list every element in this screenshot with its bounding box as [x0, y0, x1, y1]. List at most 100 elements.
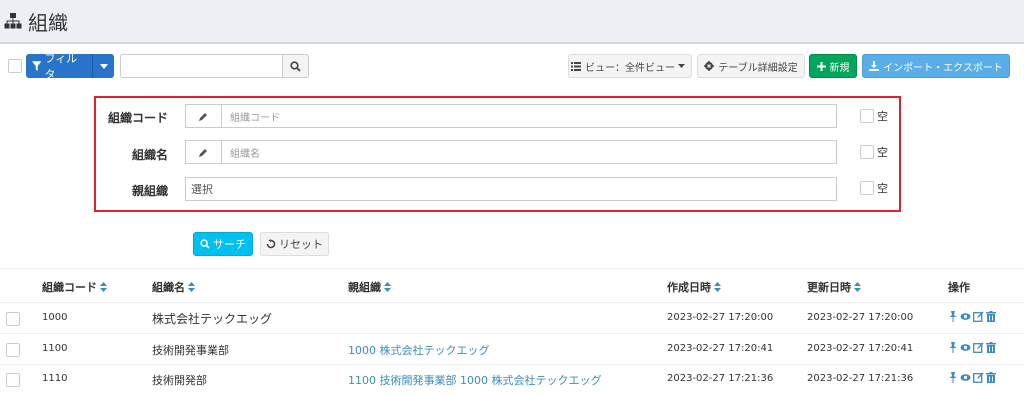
search-submit-label: サーチ	[213, 238, 246, 251]
edit-icon[interactable]	[973, 342, 984, 353]
org-code-placeholder: 組織コード	[230, 112, 280, 124]
parent-org-empty-checkbox[interactable]	[860, 181, 874, 195]
org-name-placeholder: 組織名	[230, 148, 260, 160]
table-settings-button[interactable]: テーブル詳細設定	[697, 54, 805, 78]
cell-org-code: 1110	[42, 373, 68, 384]
toolbar: フィルタ ビュー：全件ビュー テーブル詳細設定 新規 インポート・エクスポート	[0, 53, 1024, 81]
cell-parent-org[interactable]: 1100 技術開発事業部 1000 株式会社テックエッグ	[348, 372, 601, 388]
search-button[interactable]	[283, 54, 309, 78]
view-selector-button[interactable]: ビュー：全件ビュー	[568, 54, 692, 78]
pin-icon[interactable]	[948, 372, 958, 383]
empty-label: 空	[877, 110, 888, 123]
empty-label: 空	[877, 182, 888, 195]
row-checkbox[interactable]	[6, 373, 20, 387]
filter-label-org-name: 組織名	[131, 148, 168, 162]
filter-panel: 組織コード 組織コード 空 組織名 組織名 空 親組織 選択 空	[94, 96, 901, 212]
download-icon	[869, 61, 880, 71]
cell-org-name: 株式会社テックエッグ	[152, 312, 273, 326]
org-name-empty-checkbox[interactable]	[860, 145, 874, 159]
cell-created: 2023-02-27 17:20:00	[667, 312, 774, 323]
view-label: ビュー：全件ビュー	[585, 62, 675, 74]
filter-label: フィルタ	[44, 54, 78, 78]
org-name-field[interactable]: 組織名	[185, 140, 837, 164]
parent-org-select-value: 選択	[191, 183, 213, 196]
select-all-checkbox[interactable]	[8, 59, 22, 73]
filter-dropdown-toggle[interactable]	[92, 54, 114, 78]
cell-org-name: 技術開発部	[152, 374, 207, 387]
column-header-updated[interactable]: 更新日時	[807, 279, 861, 295]
search-submit-button[interactable]: サーチ	[193, 232, 253, 256]
table-settings-label: テーブル詳細設定	[718, 62, 798, 74]
eye-icon[interactable]	[960, 372, 971, 383]
row-checkbox[interactable]	[6, 312, 20, 326]
row-actions	[948, 372, 996, 383]
org-code-field[interactable]: 組織コード	[185, 104, 837, 128]
plus-icon	[816, 61, 826, 71]
sort-icon	[100, 282, 107, 292]
column-header-org-code[interactable]: 組織コード	[42, 279, 107, 295]
cell-org-code: 1100	[42, 343, 68, 354]
search-input[interactable]	[120, 54, 283, 78]
column-header-parent-org[interactable]: 親組織	[348, 279, 391, 295]
eye-icon[interactable]	[960, 311, 971, 322]
cell-updated: 2023-02-27 17:20:41	[807, 343, 914, 354]
sort-icon	[384, 282, 391, 292]
org-name-empty-option[interactable]: 空	[860, 144, 888, 160]
pencil-icon	[186, 141, 222, 163]
cell-updated: 2023-02-27 17:21:36	[807, 373, 914, 384]
cell-org-name: 技術開発事業部	[152, 344, 229, 357]
sitemap-icon	[4, 13, 22, 29]
table-row: 1100 技術開発事業部 1000 株式会社テックエッグ 2023-02-27 …	[0, 334, 1024, 364]
filter-label-parent-org: 親組織	[131, 184, 168, 198]
org-code-empty-option[interactable]: 空	[860, 108, 888, 124]
filter-label-org-code: 組織コード	[107, 111, 168, 125]
edit-icon[interactable]	[973, 311, 984, 322]
page-title: 組織	[28, 10, 68, 35]
pin-icon[interactable]	[948, 311, 958, 322]
trash-icon[interactable]	[986, 342, 996, 353]
funnel-icon	[32, 61, 42, 71]
row-actions	[948, 311, 996, 322]
import-export-button[interactable]: インポート・エクスポート	[862, 54, 1010, 78]
edit-icon[interactable]	[973, 372, 984, 383]
gear-icon	[704, 61, 715, 71]
table-row: 1110 技術開発部 1100 技術開発事業部 1000 株式会社テックエッグ …	[0, 364, 1024, 394]
page-header: 組織	[0, 0, 1024, 44]
search-icon	[200, 239, 210, 249]
parent-org-empty-option[interactable]: 空	[860, 180, 888, 196]
caret-down-icon	[99, 63, 108, 69]
filter-toggle[interactable]: フィルタ	[26, 54, 92, 78]
sort-icon	[188, 282, 195, 292]
parent-org-select[interactable]: 選択	[185, 177, 837, 201]
pin-icon[interactable]	[948, 342, 958, 353]
column-header-actions: 操作	[948, 281, 970, 294]
eye-icon[interactable]	[960, 342, 971, 353]
cell-created: 2023-02-27 17:21:36	[667, 373, 774, 384]
table-row: 1000 株式会社テックエッグ 2023-02-27 17:20:00 2023…	[0, 303, 1024, 333]
column-header-created[interactable]: 作成日時	[667, 279, 721, 295]
cell-created: 2023-02-27 17:20:41	[667, 343, 774, 354]
reset-label: リセット	[279, 238, 323, 251]
cell-org-code: 1000	[42, 312, 68, 323]
import-export-label: インポート・エクスポート	[883, 62, 1003, 74]
search-icon	[290, 60, 301, 72]
trash-icon[interactable]	[986, 372, 996, 383]
cell-parent-org[interactable]: 1000 株式会社テックエッグ	[348, 342, 490, 358]
sort-icon	[854, 282, 861, 292]
trash-icon[interactable]	[986, 311, 996, 322]
reset-button[interactable]: リセット	[260, 232, 329, 256]
sort-icon	[714, 282, 721, 292]
pencil-icon	[186, 105, 222, 127]
filter-button[interactable]: フィルタ	[26, 54, 114, 78]
org-code-empty-checkbox[interactable]	[860, 109, 874, 123]
new-label: 新規	[829, 62, 850, 74]
table-top-divider	[0, 268, 1024, 269]
row-checkbox[interactable]	[6, 343, 20, 357]
caret-down-icon	[678, 64, 685, 68]
row-actions	[948, 342, 996, 353]
column-header-org-name[interactable]: 組織名	[152, 279, 195, 295]
new-button[interactable]: 新規	[809, 54, 857, 78]
empty-label: 空	[877, 146, 888, 159]
undo-icon	[266, 239, 276, 249]
list-icon	[571, 61, 581, 71]
